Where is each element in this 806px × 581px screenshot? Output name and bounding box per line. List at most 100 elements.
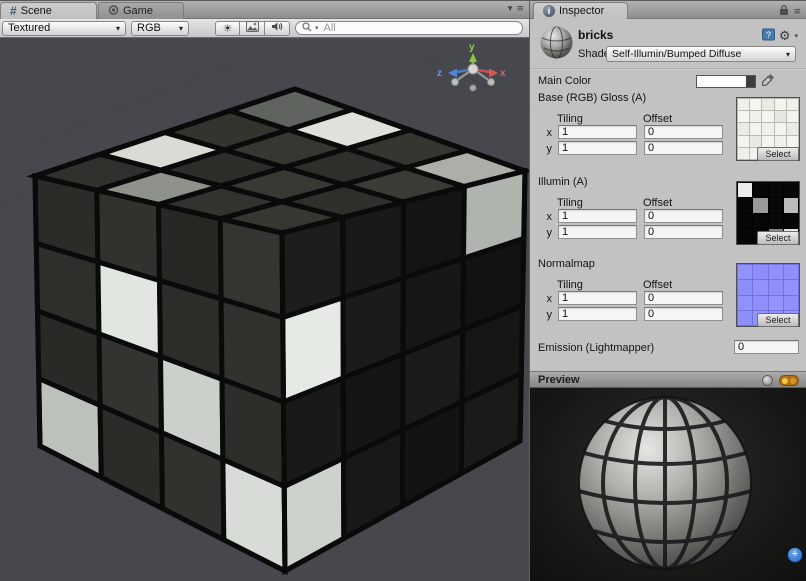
y-row-label: y bbox=[542, 309, 552, 321]
audio-toggle-button[interactable] bbox=[265, 21, 290, 36]
dropdown-arrow-icon: ▾ bbox=[508, 4, 513, 14]
illumin-tiling-y-input[interactable] bbox=[558, 225, 637, 239]
illumin-texture-select-button[interactable]: Select bbox=[757, 231, 799, 245]
scene-search-field[interactable]: ▾ All bbox=[295, 21, 523, 35]
scene-tabbar: # Scene Game ▾ ≡ bbox=[0, 1, 529, 19]
gear-icon[interactable]: ⚙ bbox=[779, 30, 791, 43]
color-alpha-chip bbox=[746, 76, 755, 87]
offset-header: Offset bbox=[643, 279, 672, 291]
inspector-tab-label: Inspector bbox=[559, 5, 604, 17]
color-mode-dropdown[interactable]: RGB ▾ bbox=[131, 21, 189, 36]
image-icon bbox=[246, 21, 259, 35]
search-filter-value: All bbox=[324, 22, 336, 34]
inspector-panel-menu[interactable]: ≡ bbox=[779, 4, 801, 19]
search-icon bbox=[302, 22, 312, 35]
gizmo-y-axis-cone[interactable] bbox=[469, 53, 477, 62]
x-row-label: x bbox=[542, 293, 552, 305]
offset-header: Offset bbox=[643, 197, 672, 209]
preview-header-icons bbox=[762, 375, 799, 386]
section-label: Base (RGB) Gloss (A) bbox=[538, 92, 646, 104]
color-mode-value: RGB bbox=[137, 22, 161, 34]
gizmo-z-label: z bbox=[437, 68, 442, 79]
gizmo-negative-axis-handle[interactable] bbox=[470, 85, 476, 91]
normalmap-tiling-y-input[interactable] bbox=[558, 307, 637, 321]
menu-icon: ≡ bbox=[516, 4, 524, 14]
dropdown-arrow-icon: ▾ bbox=[781, 50, 790, 59]
header-divider bbox=[530, 68, 806, 69]
offset-header: Offset bbox=[643, 113, 672, 125]
menu-icon[interactable]: ≡ bbox=[793, 7, 801, 17]
base-texture-select-button[interactable]: Select bbox=[757, 147, 799, 161]
illumin-tiling-x-input[interactable] bbox=[558, 209, 637, 223]
preview-shape-toggle-icon[interactable] bbox=[762, 375, 773, 386]
base-offset-y-input[interactable] bbox=[644, 141, 723, 155]
scene-viewport[interactable]: y x z bbox=[0, 38, 529, 581]
scene-toolbar: Textured ▾ RGB ▾ ☀ bbox=[0, 19, 529, 38]
preview-sphere bbox=[530, 388, 805, 581]
dropdown-arrow-icon: ▾ bbox=[174, 24, 183, 33]
texture-section-normalmap: Normalmap Tiling Offset x y Select bbox=[530, 258, 806, 328]
gizmo-z-axis-cone[interactable] bbox=[448, 69, 457, 78]
brick-cube-mesh[interactable] bbox=[35, 89, 525, 571]
main-color-label: Main Color bbox=[538, 75, 591, 87]
normalmap-offset-x-input[interactable] bbox=[644, 291, 723, 305]
normalmap-tiling-x-input[interactable] bbox=[558, 291, 637, 305]
y-row-label: y bbox=[542, 143, 552, 155]
draw-mode-dropdown[interactable]: Textured ▾ bbox=[2, 21, 126, 36]
unity-editor-window: # Scene Game ▾ ≡ Textured ▾ RGB ▾ bbox=[0, 0, 806, 581]
inspector-panel: i Inspector ≡ bbox=[529, 1, 806, 581]
tab-scene[interactable]: # Scene bbox=[0, 2, 97, 19]
scene-panel-menu[interactable]: ▾ ≡ bbox=[508, 4, 524, 14]
material-preview-icon[interactable] bbox=[540, 26, 573, 62]
scene-tab-icon: # bbox=[10, 4, 17, 18]
gizmo-center-handle[interactable] bbox=[468, 64, 478, 74]
gizmo-negative-axis-handle[interactable] bbox=[452, 79, 459, 86]
tab-game[interactable]: Game bbox=[98, 2, 184, 19]
shader-value: Self-Illumin/Bumped Diffuse bbox=[612, 48, 741, 60]
base-offset-x-input[interactable] bbox=[644, 125, 723, 139]
normalmap-offset-y-input[interactable] bbox=[644, 307, 723, 321]
tab-inspector[interactable]: i Inspector bbox=[533, 2, 628, 19]
gizmo-y-label: y bbox=[469, 42, 475, 53]
preview-header: Preview bbox=[530, 371, 806, 388]
preview-add-button[interactable]: + bbox=[788, 548, 802, 562]
help-icon[interactable]: ? bbox=[762, 28, 775, 44]
x-row-label: x bbox=[542, 211, 552, 223]
normalmap-texture-select-button[interactable]: Select bbox=[757, 313, 799, 327]
tiling-header: Tiling bbox=[557, 113, 583, 125]
base-tiling-y-input[interactable] bbox=[558, 141, 637, 155]
base-tiling-x-input[interactable] bbox=[558, 125, 637, 139]
tiling-header: Tiling bbox=[557, 279, 583, 291]
x-row-label: x bbox=[542, 127, 552, 139]
orientation-gizmo[interactable]: y x z bbox=[437, 42, 506, 91]
gizmo-x-axis-cone[interactable] bbox=[489, 69, 498, 78]
dropdown-arrow-icon: ▾ bbox=[794, 32, 798, 40]
emission-label: Emission (Lightmapper) bbox=[538, 342, 654, 354]
svg-text:?: ? bbox=[766, 30, 771, 40]
material-name: bricks bbox=[578, 28, 613, 42]
section-label: Illumin (A) bbox=[538, 176, 588, 188]
main-color-swatch[interactable] bbox=[696, 75, 756, 88]
section-label: Normalmap bbox=[538, 258, 595, 270]
game-tab-label: Game bbox=[123, 5, 153, 17]
inspector-tabbar: i Inspector ≡ bbox=[530, 1, 806, 19]
material-header-icons: ? ⚙ ▾ bbox=[762, 28, 798, 44]
material-preview-area[interactable]: + bbox=[530, 388, 806, 581]
search-filter-arrow-icon[interactable]: ▾ bbox=[315, 24, 319, 32]
scene-panel: # Scene Game ▾ ≡ Textured ▾ RGB ▾ bbox=[0, 1, 529, 581]
y-row-label: y bbox=[542, 227, 552, 239]
illumin-offset-x-input[interactable] bbox=[644, 209, 723, 223]
shader-dropdown[interactable]: Self-Illumin/Bumped Diffuse ▾ bbox=[606, 46, 796, 62]
scene-tab-label: Scene bbox=[21, 5, 52, 17]
gizmo-negative-axis-handle[interactable] bbox=[488, 79, 495, 86]
lock-icon[interactable] bbox=[779, 4, 789, 19]
preview-title: Preview bbox=[538, 374, 580, 386]
preview-lighting-toggle-icon[interactable] bbox=[779, 375, 799, 386]
illumin-offset-y-input[interactable] bbox=[644, 225, 723, 239]
lighting-toggle-button[interactable]: ☀ bbox=[215, 21, 240, 36]
emission-input[interactable] bbox=[734, 340, 799, 354]
eyedropper-icon[interactable] bbox=[762, 73, 775, 89]
skybox-fx-toggle-button[interactable] bbox=[240, 21, 265, 36]
dropdown-arrow-icon: ▾ bbox=[111, 24, 120, 33]
inspector-icon: i bbox=[543, 5, 555, 17]
